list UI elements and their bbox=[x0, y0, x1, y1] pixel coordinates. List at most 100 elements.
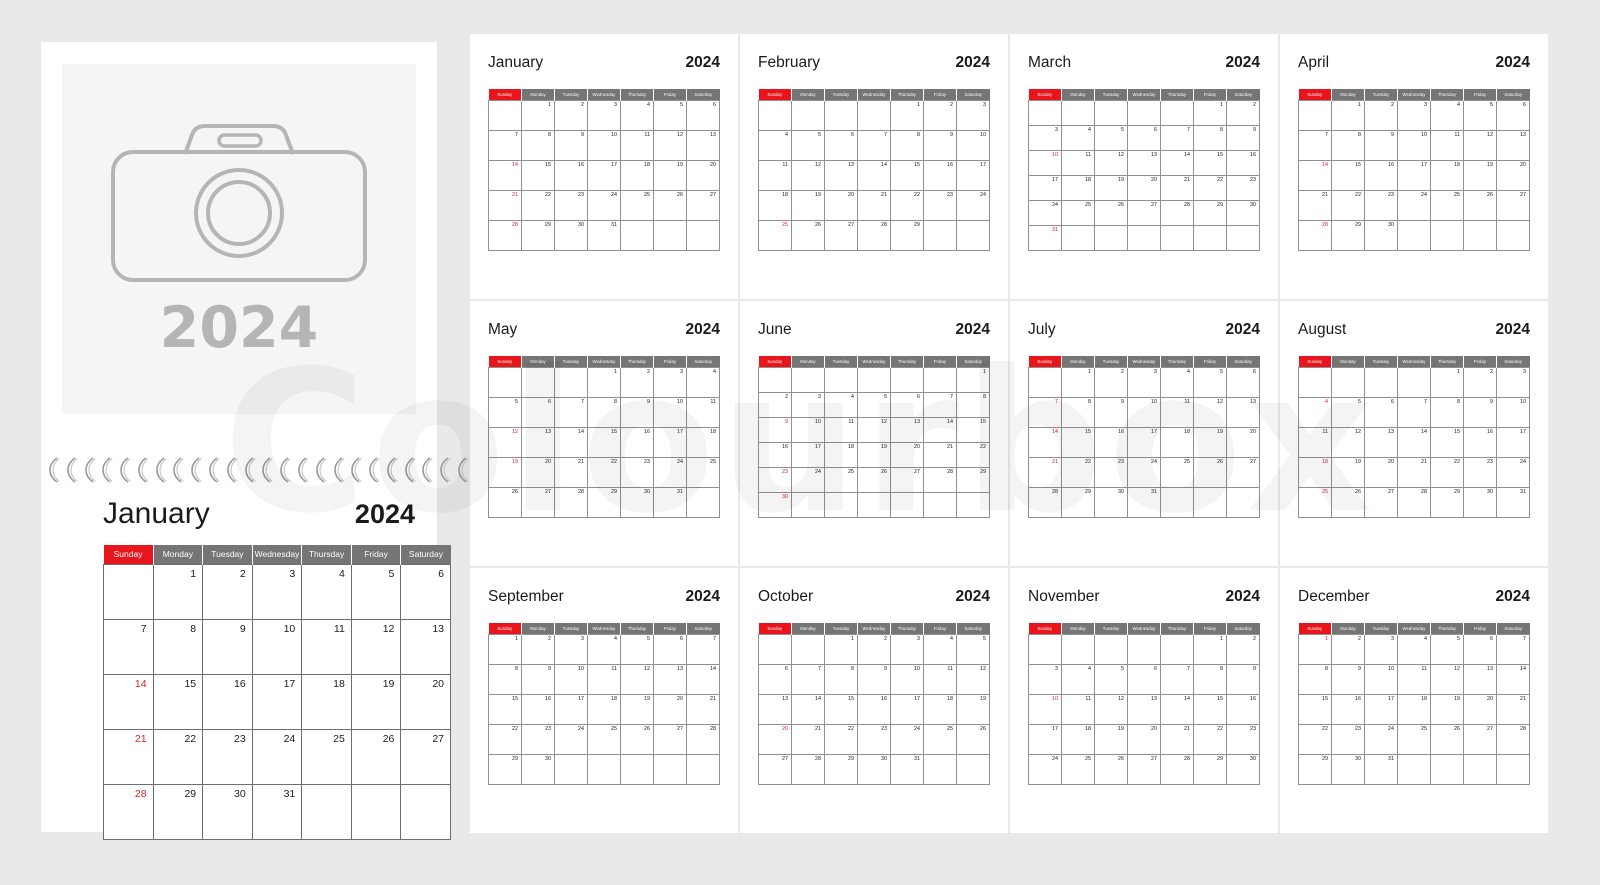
calendar-day-cell[interactable]: 12 bbox=[791, 159, 825, 191]
calendar-day-cell[interactable]: 5 bbox=[1094, 663, 1128, 695]
calendar-day-cell[interactable]: 28 bbox=[1160, 199, 1194, 226]
calendar-day-cell[interactable]: 9 bbox=[1364, 129, 1398, 161]
calendar-day-cell[interactable]: 14 bbox=[686, 663, 720, 695]
calendar-day-cell[interactable]: 5 bbox=[1463, 99, 1497, 131]
calendar-day-cell[interactable]: 9 bbox=[620, 396, 654, 428]
calendar-day-cell[interactable]: 9 bbox=[1094, 396, 1128, 428]
calendar-day-cell[interactable]: 30 bbox=[1364, 219, 1398, 251]
month-card-september[interactable]: September 2024 Sunday Monday Tuesday Wednesda… bbox=[470, 568, 738, 833]
calendar-day-cell[interactable]: 16 bbox=[857, 693, 891, 725]
calendar-day-cell[interactable]: 31 bbox=[653, 486, 687, 518]
calendar-day-cell[interactable]: 28 bbox=[1160, 753, 1194, 785]
calendar-day-empty[interactable] bbox=[923, 491, 957, 518]
calendar-day-cell[interactable]: 28 bbox=[554, 486, 588, 518]
calendar-day-cell[interactable]: 22 bbox=[488, 723, 522, 755]
calendar-day-cell[interactable]: 30 bbox=[758, 491, 792, 518]
calendar-day-cell[interactable]: 28 bbox=[1028, 486, 1062, 518]
calendar-day-empty[interactable] bbox=[686, 219, 720, 251]
calendar-day-cell[interactable]: 23 bbox=[1226, 174, 1260, 201]
calendar-day-cell[interactable]: 13 bbox=[1226, 396, 1260, 428]
calendar-day-cell[interactable]: 5 bbox=[956, 633, 990, 665]
month-card-march[interactable]: March 2024 Sunday Monday Tuesday Wednesday Thu… bbox=[1010, 34, 1278, 299]
calendar-day-cell[interactable]: 2 bbox=[758, 391, 792, 418]
calendar-day-cell[interactable]: 8 bbox=[1193, 663, 1227, 695]
calendar-day-cell[interactable]: 20 bbox=[400, 673, 451, 730]
calendar-day-cell[interactable]: 14 bbox=[1028, 426, 1062, 458]
calendar-day-cell[interactable]: 22 bbox=[1430, 456, 1464, 488]
calendar-day-cell[interactable]: 11 bbox=[587, 663, 621, 695]
calendar-day-cell[interactable]: 23 bbox=[202, 728, 253, 785]
calendar-day-empty[interactable] bbox=[1061, 633, 1095, 665]
calendar-day-cell[interactable]: 6 bbox=[1496, 99, 1530, 131]
calendar-day-cell[interactable]: 3 bbox=[1028, 663, 1062, 695]
calendar-day-cell[interactable]: 15 bbox=[1193, 693, 1227, 725]
calendar-day-empty[interactable] bbox=[1397, 753, 1431, 785]
calendar-day-cell[interactable]: 5 bbox=[488, 396, 522, 428]
calendar-day-cell[interactable]: 1 bbox=[1298, 633, 1332, 665]
calendar-day-cell[interactable]: 27 bbox=[521, 486, 555, 518]
calendar-day-cell[interactable]: 29 bbox=[1331, 219, 1365, 251]
calendar-day-cell[interactable]: 1 bbox=[488, 633, 522, 665]
calendar-day-empty[interactable] bbox=[1193, 224, 1227, 251]
calendar-day-cell[interactable]: 17 bbox=[1028, 723, 1062, 755]
calendar-day-cell[interactable]: 28 bbox=[488, 219, 522, 251]
calendar-day-empty[interactable] bbox=[1397, 366, 1431, 398]
calendar-day-cell[interactable]: 24 bbox=[1364, 723, 1398, 755]
calendar-day-cell[interactable]: 27 bbox=[1127, 753, 1161, 785]
calendar-day-empty[interactable] bbox=[1061, 224, 1095, 251]
calendar-day-cell[interactable]: 18 bbox=[1298, 456, 1332, 488]
calendar-day-empty[interactable] bbox=[686, 486, 720, 518]
month-card-february[interactable]: February 2024 Sunday Monday Tuesday Wednesday… bbox=[740, 34, 1008, 299]
calendar-day-cell[interactable]: 28 bbox=[686, 723, 720, 755]
calendar-day-cell[interactable]: 5 bbox=[1094, 124, 1128, 151]
calendar-day-empty[interactable] bbox=[824, 99, 858, 131]
calendar-day-cell[interactable]: 23 bbox=[554, 189, 588, 221]
calendar-day-cell[interactable]: 24 bbox=[890, 723, 924, 755]
calendar-day-cell[interactable]: 2 bbox=[620, 366, 654, 398]
calendar-day-empty[interactable] bbox=[1127, 224, 1161, 251]
calendar-day-cell[interactable]: 16 bbox=[1094, 426, 1128, 458]
calendar-day-cell[interactable]: 17 bbox=[956, 159, 990, 191]
calendar-day-cell[interactable]: 1 bbox=[824, 633, 858, 665]
calendar-day-cell[interactable]: 27 bbox=[1226, 456, 1260, 488]
calendar-day-cell[interactable]: 2 bbox=[857, 633, 891, 665]
calendar-day-cell[interactable]: 8 bbox=[956, 391, 990, 418]
calendar-day-cell[interactable]: 12 bbox=[1463, 129, 1497, 161]
calendar-day-cell[interactable]: 15 bbox=[1298, 693, 1332, 725]
calendar-day-cell[interactable]: 23 bbox=[1226, 723, 1260, 755]
calendar-day-cell[interactable]: 26 bbox=[1193, 456, 1227, 488]
calendar-day-cell[interactable]: 25 bbox=[620, 189, 654, 221]
calendar-day-cell[interactable]: 28 bbox=[1298, 219, 1332, 251]
calendar-day-cell[interactable]: 13 bbox=[758, 693, 792, 725]
calendar-day-cell[interactable]: 5 bbox=[620, 633, 654, 665]
calendar-day-cell[interactable]: 30 bbox=[1463, 486, 1497, 518]
calendar-day-cell[interactable]: 7 bbox=[791, 663, 825, 695]
calendar-day-cell[interactable]: 11 bbox=[758, 159, 792, 191]
calendar-day-cell[interactable]: 16 bbox=[1226, 149, 1260, 176]
calendar-day-empty[interactable] bbox=[890, 366, 924, 393]
calendar-day-empty[interactable] bbox=[1397, 219, 1431, 251]
month-card-august[interactable]: August 2024 Sunday Monday Tuesday Wednesday Th… bbox=[1280, 301, 1548, 566]
calendar-day-cell[interactable]: 11 bbox=[923, 663, 957, 695]
calendar-day-empty[interactable] bbox=[554, 753, 588, 785]
calendar-day-cell[interactable]: 13 bbox=[1496, 129, 1530, 161]
calendar-day-cell[interactable]: 23 bbox=[1463, 456, 1497, 488]
calendar-day-cell[interactable]: 8 bbox=[1061, 396, 1095, 428]
calendar-day-cell[interactable]: 24 bbox=[587, 189, 621, 221]
calendar-day-cell[interactable]: 30 bbox=[554, 219, 588, 251]
calendar-day-empty[interactable] bbox=[824, 366, 858, 393]
calendar-day-empty[interactable] bbox=[1298, 99, 1332, 131]
calendar-day-cell[interactable]: 27 bbox=[686, 189, 720, 221]
calendar-day-cell[interactable]: 29 bbox=[1298, 753, 1332, 785]
calendar-day-cell[interactable]: 1 bbox=[521, 99, 555, 131]
calendar-day-cell[interactable]: 18 bbox=[1397, 693, 1431, 725]
month-card-october[interactable]: October 2024 Sunday Monday Tuesday Wednesday T… bbox=[740, 568, 1008, 833]
calendar-day-cell[interactable]: 1 bbox=[1193, 99, 1227, 126]
calendar-day-cell[interactable]: 4 bbox=[1298, 396, 1332, 428]
calendar-day-cell[interactable]: 25 bbox=[923, 723, 957, 755]
calendar-day-cell[interactable]: 12 bbox=[620, 663, 654, 695]
calendar-day-cell[interactable]: 29 bbox=[152, 783, 204, 840]
calendar-day-empty[interactable] bbox=[1127, 99, 1161, 126]
calendar-day-cell[interactable]: 10 bbox=[1496, 396, 1530, 428]
calendar-day-cell[interactable]: 24 bbox=[653, 456, 687, 488]
